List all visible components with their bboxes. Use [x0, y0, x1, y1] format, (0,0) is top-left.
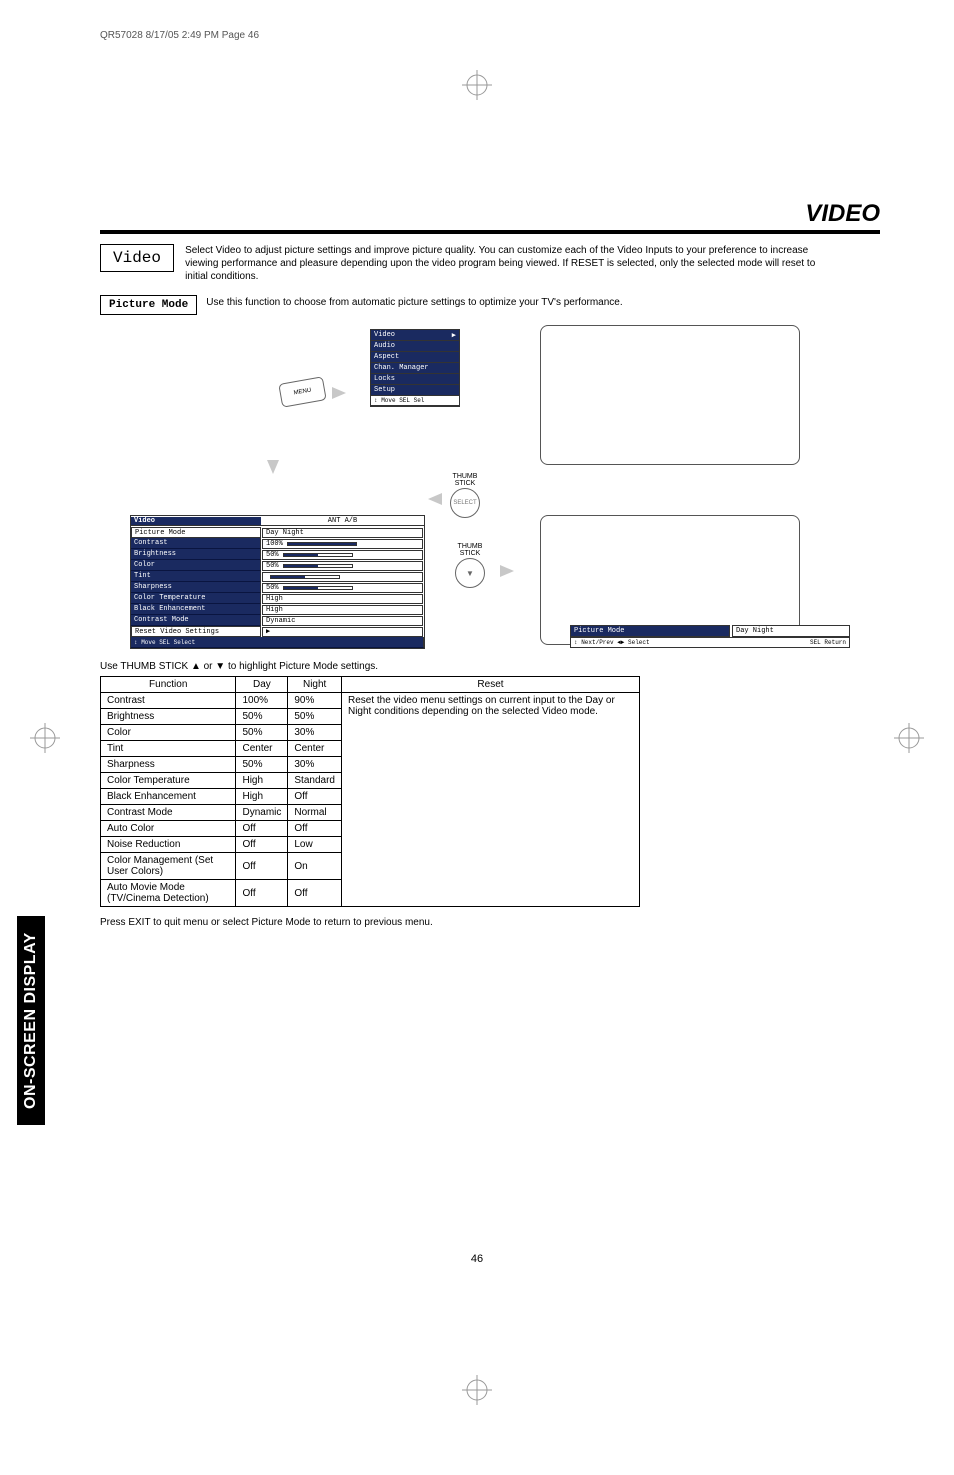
video-intro-text: Select Video to adjust picture settings …	[185, 244, 825, 283]
table-cell: Center	[236, 741, 288, 757]
diagram-area: MENU Video▶ Audio Aspect Chan. Manager L…	[100, 325, 880, 655]
select-circle-icon: SELECT	[450, 488, 480, 518]
table-cell: Low	[288, 837, 342, 853]
picture-mode-settings-table: Function Day Night Reset Contrast100%90%…	[100, 676, 640, 907]
osd-setting-value: High	[262, 594, 423, 604]
osd-main-item: Audio	[371, 341, 459, 352]
table-cell: Contrast	[101, 693, 236, 709]
table-cell: Off	[288, 821, 342, 837]
table-cell: Off	[236, 880, 288, 907]
osd-video-settings: Video ANT A/B Picture ModeDay NightContr…	[130, 515, 425, 649]
page-title-bar: VIDEO	[100, 200, 880, 234]
thumb-stick-icon: THUMB STICK SELECT	[450, 473, 480, 518]
table-cell: On	[288, 853, 342, 880]
osd-setting-value: Day Night	[262, 528, 423, 538]
osd-setting-label: Sharpness	[131, 582, 261, 593]
reset-description-cell: Reset the video menu settings on current…	[341, 693, 639, 907]
osd-setting-value	[262, 572, 423, 582]
page-reference: QR57028 8/17/05 2:49 PM Page 46	[100, 30, 259, 41]
table-cell: Color Temperature	[101, 773, 236, 789]
osd-setting-label: Color Temperature	[131, 593, 261, 604]
menu-remote-button-icon: MENU	[278, 376, 326, 407]
table-header: Day	[236, 677, 288, 693]
osd-picture-mode-strip: Picture Mode Day Night ↕ Next/Prev ◄► Se…	[570, 625, 850, 648]
page-number: 46	[471, 1253, 483, 1265]
osd-setting-value: 100%	[262, 539, 423, 549]
table-cell: 50%	[236, 725, 288, 741]
osd-setting-label: Reset Video Settings	[131, 626, 261, 637]
down-circle-icon	[455, 558, 485, 588]
table-cell: 30%	[288, 757, 342, 773]
table-cell: Black Enhancement	[101, 789, 236, 805]
osd-main-item: Video▶	[371, 330, 459, 341]
table-cell: 90%	[288, 693, 342, 709]
table-header: Night	[288, 677, 342, 693]
video-box-label: Video	[100, 244, 174, 272]
osd-setting-label: Contrast	[131, 538, 261, 549]
osd-setting-value: 50%	[262, 550, 423, 560]
osd-main-item: Setup	[371, 385, 459, 396]
table-cell: Tint	[101, 741, 236, 757]
table-cell: 50%	[236, 757, 288, 773]
table-cell: Off	[236, 853, 288, 880]
crop-mark-bottom	[462, 1375, 492, 1405]
table-header: Reset	[341, 677, 639, 693]
crop-mark-top	[462, 70, 492, 100]
table-cell: High	[236, 789, 288, 805]
table-cell: Off	[236, 837, 288, 853]
osd-main-item: Chan. Manager	[371, 363, 459, 374]
table-cell: High	[236, 773, 288, 789]
table-cell: Color	[101, 725, 236, 741]
table-cell: Off	[236, 821, 288, 837]
table-cell: 30%	[288, 725, 342, 741]
thumb-stick-down-icon: THUMB STICK	[455, 543, 485, 588]
table-cell: Center	[288, 741, 342, 757]
osd-setting-value: Dynamic	[262, 616, 423, 626]
osd-main-menu: Video▶ Audio Aspect Chan. Manager Locks …	[370, 329, 460, 407]
table-cell: Off	[288, 880, 342, 907]
picture-mode-box-label: Picture Mode	[100, 295, 197, 315]
osd-setting-label: Contrast Mode	[131, 615, 261, 626]
table-cell: 100%	[236, 693, 288, 709]
exit-instruction: Press EXIT to quit menu or select Pictur…	[100, 917, 880, 928]
osd-setting-label: Black Enhancement	[131, 604, 261, 615]
flow-arrow-icon	[332, 387, 346, 399]
osd-setting-value: 50%	[262, 583, 423, 593]
crop-mark-right	[894, 723, 924, 753]
table-cell: Off	[288, 789, 342, 805]
flow-arrow-icon	[428, 493, 442, 505]
sidebar-section-label: ON-SCREEN DISPLAY	[17, 916, 45, 1125]
page-title: VIDEO	[100, 200, 880, 228]
osd-main-item: Locks	[371, 374, 459, 385]
osd-main-footer: ↕ Move SEL Sel	[371, 396, 459, 406]
flow-arrow-icon	[500, 565, 514, 577]
table-cell: Auto Color	[101, 821, 236, 837]
osd-setting-label: Picture Mode	[131, 527, 261, 538]
table-cell: Brightness	[101, 709, 236, 725]
table-cell: 50%	[236, 709, 288, 725]
table-cell: 50%	[288, 709, 342, 725]
flow-arrow-icon	[267, 460, 279, 474]
osd-setting-label: Tint	[131, 571, 261, 582]
highlight-instruction: Use THUMB STICK ▲ or ▼ to highlight Pict…	[100, 661, 880, 672]
table-cell: Color Management (Set User Colors)	[101, 853, 236, 880]
crop-mark-left	[30, 723, 60, 753]
table-row: Contrast100%90%Reset the video menu sett…	[101, 693, 640, 709]
table-cell: Noise Reduction	[101, 837, 236, 853]
table-cell: Dynamic	[236, 805, 288, 821]
osd-main-item: Aspect	[371, 352, 459, 363]
table-cell: Sharpness	[101, 757, 236, 773]
osd-setting-value: High	[262, 605, 423, 615]
osd-setting-value: 50%	[262, 561, 423, 571]
table-cell: Standard	[288, 773, 342, 789]
table-cell: Auto Movie Mode (TV/Cinema Detection)	[101, 880, 236, 907]
osd-setting-value: ▶	[262, 627, 423, 637]
osd-setting-label: Brightness	[131, 549, 261, 560]
table-cell: Normal	[288, 805, 342, 821]
table-header: Function	[101, 677, 236, 693]
tv-outline-top	[540, 325, 800, 465]
osd-setting-label: Color	[131, 560, 261, 571]
picture-mode-description: Use this function to choose from automat…	[206, 297, 622, 308]
table-cell: Contrast Mode	[101, 805, 236, 821]
